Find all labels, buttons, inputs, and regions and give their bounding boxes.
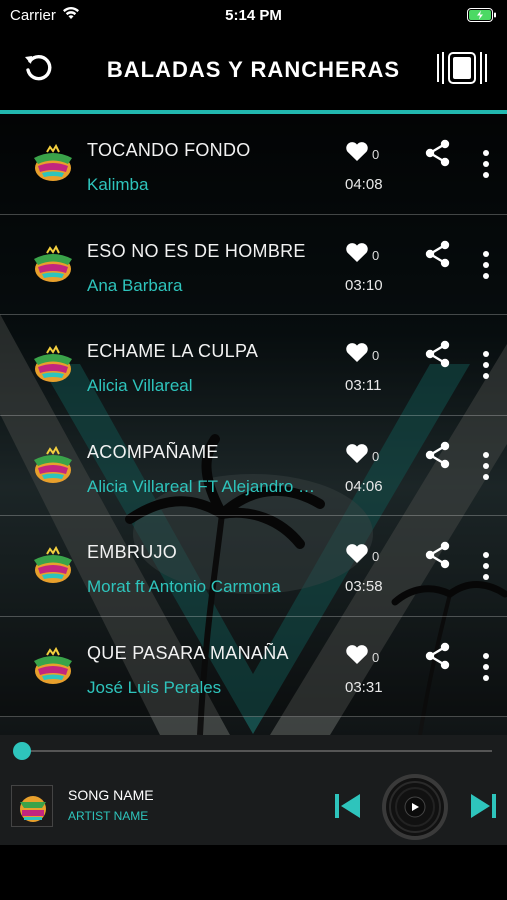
song-title: TOCANDO FONDO — [87, 140, 251, 160]
song-logo-icon — [30, 344, 76, 385]
song-title: ACOMPAÑAME — [87, 441, 219, 462]
carrier-label: Carrier — [10, 6, 56, 24]
song-row[interactable]: ECHAME LA CULPA Alicia Villareal 0 03:11 — [0, 315, 507, 416]
like-count: 0 — [372, 348, 380, 363]
mini-artwork — [11, 785, 53, 827]
more-options-icon[interactable] — [478, 150, 494, 178]
more-options-icon[interactable] — [478, 351, 494, 379]
song-duration: 03:58 — [345, 578, 383, 595]
song-logo-icon — [30, 545, 76, 586]
now-playing-artist: ARTIST NAME — [68, 809, 149, 823]
song-duration: 03:31 — [345, 678, 383, 696]
heart-icon — [346, 644, 368, 664]
like-button[interactable]: 0 — [345, 342, 379, 363]
song-row[interactable]: EMBRUJO Morat ft Antonio Carmona 0 03:58 — [0, 516, 507, 617]
like-count: 0 — [372, 549, 380, 564]
home-indicator-area — [0, 845, 507, 900]
song-title: EMBRUJO — [87, 542, 178, 562]
song-duration: 04:08 — [345, 176, 383, 193]
previous-icon[interactable] — [333, 792, 363, 820]
song-artist: Ana Barbara — [87, 275, 183, 295]
song-logo-icon — [30, 244, 76, 285]
song-row[interactable]: QUE PASARA MANAÑA José Luis Perales 0 03… — [0, 616, 507, 717]
song-row[interactable]: ESO NO ES DE HOMBRE Ana Barbara 0 03:10 — [0, 214, 507, 315]
more-options-icon[interactable] — [478, 451, 494, 480]
like-button[interactable]: 0 — [345, 242, 379, 263]
like-button[interactable]: 0 — [345, 543, 379, 564]
like-count: 0 — [372, 147, 380, 162]
seek-thumb[interactable] — [13, 742, 31, 760]
like-button[interactable]: 0 — [345, 141, 379, 162]
page-title: BALADAS Y RANCHERAS — [106, 57, 401, 82]
share-icon[interactable] — [424, 340, 452, 368]
song-row[interactable]: ACOMPAÑAME Alicia Villareal FT Alejandro… — [0, 415, 507, 516]
player-bar: SONG NAME ARTIST NAME — [0, 735, 507, 845]
song-artist: Morat ft Antonio Carmona — [87, 577, 281, 596]
song-logo-icon — [30, 445, 76, 486]
like-button[interactable]: 0 — [345, 443, 379, 464]
share-icon[interactable] — [424, 541, 452, 569]
share-icon[interactable] — [424, 642, 452, 670]
song-title: QUE PASARA MANAÑA — [87, 642, 289, 663]
refresh-back-icon[interactable] — [20, 50, 56, 86]
more-options-icon[interactable] — [478, 652, 494, 681]
seek-track[interactable] — [22, 750, 492, 752]
wifi-icon — [62, 6, 80, 24]
now-playing-song: SONG NAME — [68, 787, 154, 803]
more-options-icon[interactable] — [478, 250, 494, 279]
like-count: 0 — [372, 448, 380, 464]
share-icon[interactable] — [424, 441, 452, 469]
like-count: 0 — [372, 247, 380, 263]
song-artist: José Luis Perales — [87, 677, 222, 697]
status-left: Carrier — [10, 6, 80, 24]
heart-icon — [346, 142, 368, 161]
status-bar: Carrier 5:14 PM — [0, 0, 507, 30]
play-button[interactable] — [381, 773, 449, 841]
nav-bar: BALADAS Y RANCHERAS — [0, 30, 507, 110]
song-row[interactable]: TOCANDO FONDO Kalimba 0 04:08 — [0, 114, 507, 215]
song-title: ESO NO ES DE HOMBRE — [87, 240, 306, 261]
more-options-icon[interactable] — [478, 552, 494, 580]
heart-icon — [346, 544, 368, 563]
song-artist: Kalimba — [87, 175, 149, 194]
share-icon[interactable] — [424, 139, 452, 167]
song-title: ECHAME LA CULPA — [87, 341, 259, 361]
song-logo-icon — [30, 143, 76, 184]
heart-icon — [346, 343, 368, 362]
heart-icon — [346, 443, 368, 463]
like-button[interactable]: 0 — [345, 644, 379, 665]
now-playing-icon[interactable] — [435, 48, 489, 88]
song-artist: Alicia Villareal FT Alejandro Fernandez — [87, 476, 319, 496]
song-list: TOCANDO FONDO Kalimba 0 04:08 ESO NO ES … — [0, 114, 507, 717]
like-count: 0 — [372, 649, 380, 665]
song-duration: 03:11 — [345, 377, 382, 394]
next-icon[interactable] — [468, 792, 498, 820]
song-duration: 03:10 — [345, 276, 383, 294]
song-logo-icon — [30, 646, 76, 687]
song-duration: 04:06 — [345, 477, 383, 495]
battery-icon — [467, 8, 497, 22]
share-icon[interactable] — [424, 240, 452, 268]
heart-icon — [346, 242, 368, 262]
song-artist: Alicia Villareal — [87, 376, 193, 395]
song-list-container[interactable]: TOCANDO FONDO Kalimba 0 04:08 ESO NO ES … — [0, 114, 507, 735]
